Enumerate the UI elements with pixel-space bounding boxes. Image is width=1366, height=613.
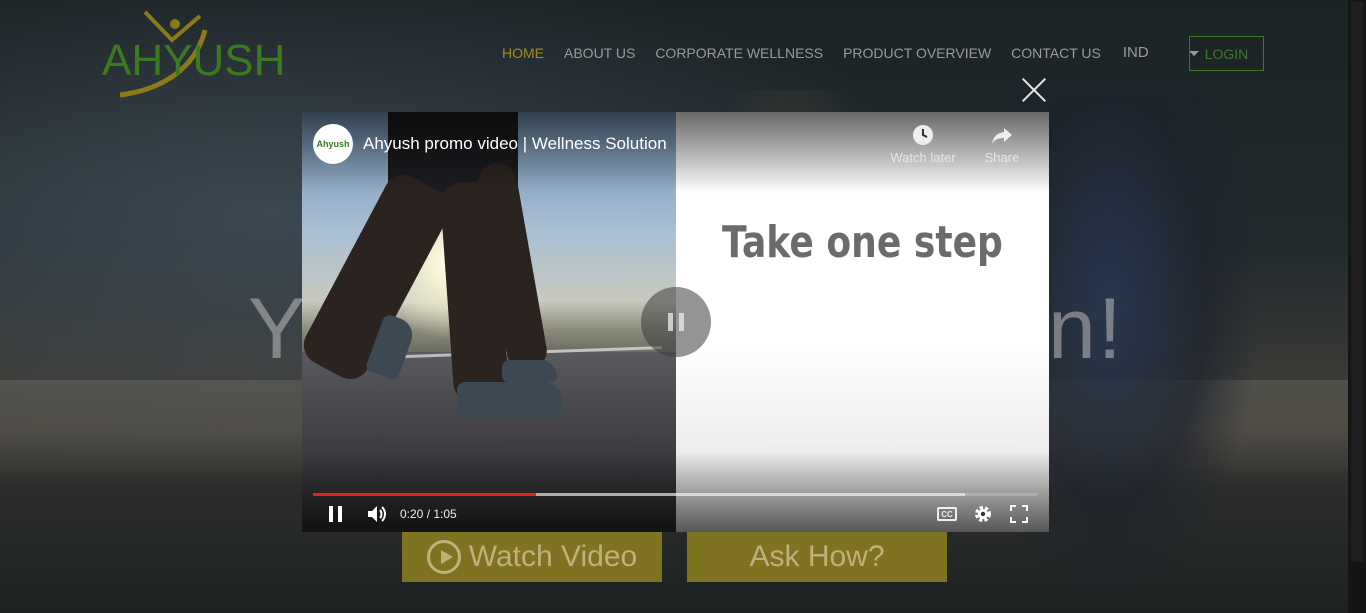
- logo-text: AHYUSH: [102, 36, 286, 85]
- nav-item-corporate-wellness[interactable]: CORPORATE WELLNESS: [655, 45, 823, 61]
- pause-bar: [679, 313, 684, 331]
- center-pause-button[interactable]: [641, 287, 711, 357]
- nav-item-about-us[interactable]: ABOUT US: [564, 45, 635, 61]
- video-frame-runner-shoe: [502, 360, 557, 382]
- clock-icon: [913, 125, 933, 145]
- video-frame-caption: Take one step: [722, 217, 1003, 268]
- settings-button[interactable]: [971, 502, 995, 526]
- volume-button[interactable]: [364, 502, 390, 526]
- login-button[interactable]: LOGIN: [1189, 36, 1264, 71]
- time-display: 0:20 / 1:05: [400, 507, 457, 521]
- nav-item-home[interactable]: HOME: [502, 45, 544, 61]
- play-circle-icon: [426, 540, 461, 574]
- fullscreen-button[interactable]: [1007, 502, 1031, 526]
- language-selector[interactable]: IND: [1123, 44, 1149, 61]
- watch-video-label: Watch Video: [468, 540, 638, 573]
- watch-video-button[interactable]: Watch Video: [402, 532, 662, 582]
- pause-button[interactable]: [324, 502, 348, 526]
- main-nav: HOME ABOUT US CORPORATE WELLNESS PRODUCT…: [502, 44, 1199, 61]
- site-header: AHYUSH HOME ABOUT US CORPORATE WELLNESS …: [0, 0, 1348, 100]
- captions-icon: CC: [937, 507, 957, 521]
- captions-button[interactable]: CC: [935, 502, 959, 526]
- video-progress-bar[interactable]: [313, 493, 1037, 496]
- video-progress-played: [313, 493, 536, 496]
- channel-avatar[interactable]: Ahyush: [313, 124, 353, 164]
- pause-icon: [329, 506, 342, 522]
- gear-icon: [975, 506, 991, 522]
- page-scrollbar-thumb[interactable]: [1351, 2, 1363, 562]
- ask-how-label: Ask How?: [749, 540, 885, 573]
- site-logo[interactable]: AHYUSH: [100, 10, 285, 98]
- share-label: Share: [984, 150, 1020, 165]
- nav-item-contact-us[interactable]: CONTACT US: [1011, 45, 1101, 61]
- close-icon[interactable]: [1020, 76, 1048, 104]
- video-frame-runner-shoe: [457, 382, 562, 418]
- ask-how-button[interactable]: Ask How?: [687, 532, 947, 582]
- hero-headline-right: n!: [1048, 281, 1124, 377]
- volume-icon: [368, 506, 386, 522]
- watch-later-button[interactable]: Watch later: [887, 124, 959, 165]
- pause-bar: [668, 313, 673, 331]
- watch-later-label: Watch later: [890, 150, 956, 165]
- video-player[interactable]: Take one step Ahyush Ahyush promo video …: [302, 112, 1049, 532]
- page-scrollbar[interactable]: [1348, 0, 1366, 613]
- nav-item-product-overview[interactable]: PRODUCT OVERVIEW: [843, 45, 991, 61]
- share-button[interactable]: Share: [974, 124, 1030, 165]
- video-title[interactable]: Ahyush promo video | Wellness Solution: [363, 134, 667, 154]
- fullscreen-icon: [1010, 505, 1028, 523]
- hero-headline-left: Y: [248, 281, 308, 377]
- share-arrow-icon: [992, 128, 1012, 144]
